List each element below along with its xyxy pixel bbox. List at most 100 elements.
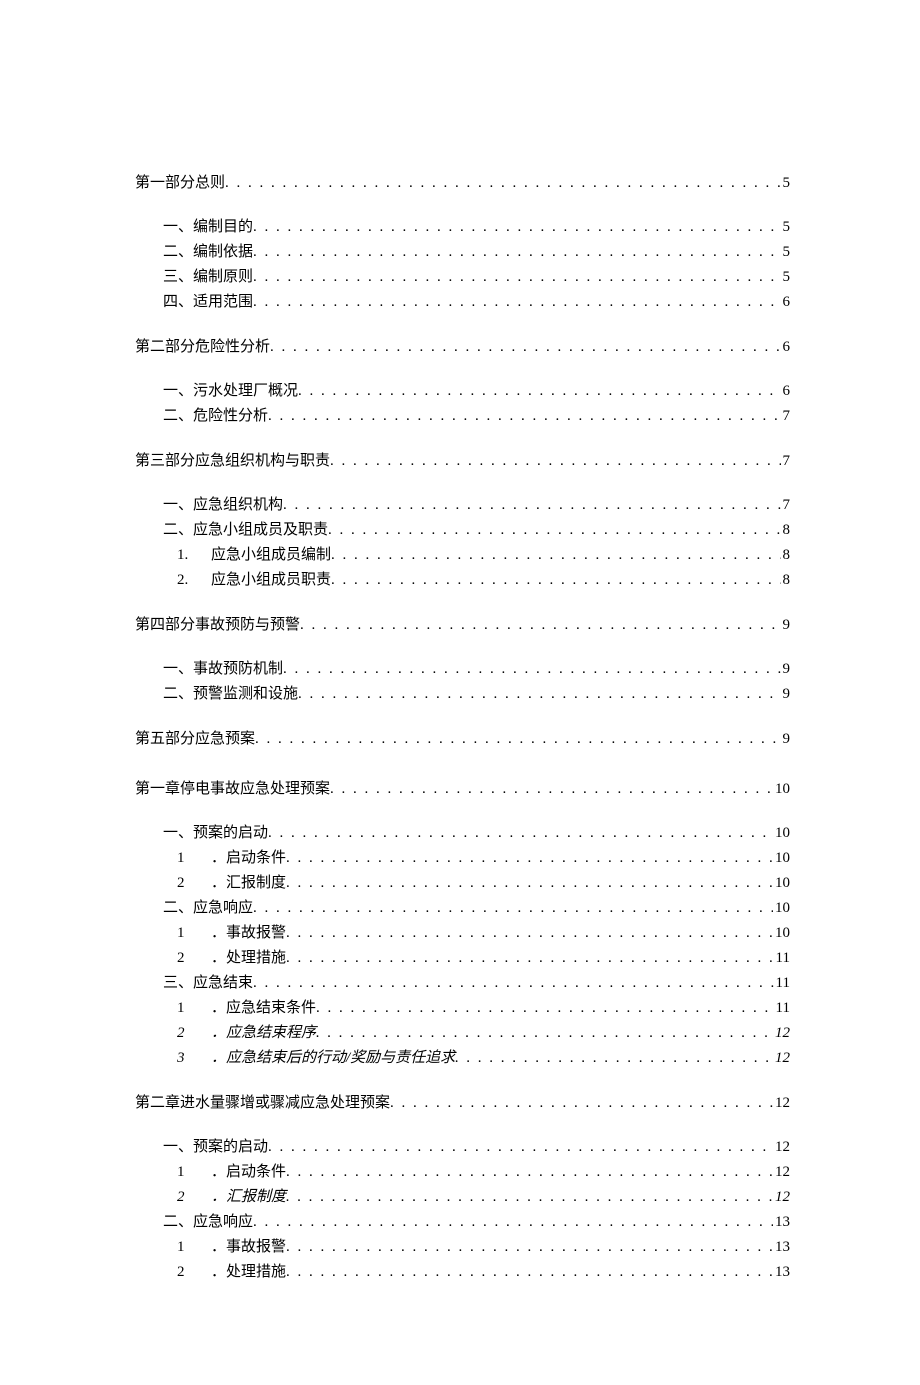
toc-entry-label: 四、适用范围 <box>163 290 253 314</box>
toc-entry-number: 2 <box>177 871 211 895</box>
toc-leader-dots <box>330 777 773 801</box>
toc-entry: 第二部分危险性分析 6 <box>135 335 790 359</box>
toc-leader-dots <box>328 518 780 542</box>
toc-entry: 二、应急小组成员及职责 8 <box>163 518 790 542</box>
toc-entry-label: 三、应急结束 <box>163 971 253 995</box>
toc-entry-page: 6 <box>781 335 791 359</box>
toc-entry: 第三部分应急组织机构与职责7 <box>135 449 790 473</box>
toc-entry-label: 第四部分事故预防与预警 <box>135 613 300 637</box>
toc-entry: 四、适用范围6 <box>163 290 790 314</box>
toc-entry-page: 7 <box>781 404 791 428</box>
toc-leader-dots <box>286 921 773 945</box>
toc-entry-page: 12 <box>773 1091 790 1115</box>
toc-entry-label: 2．处理措施 <box>177 946 286 970</box>
toc-leader-dots <box>455 1046 773 1070</box>
toc-entry-number: 1 <box>177 921 211 945</box>
toc-page: 第一部分总则5一、编制目的5二、编制依据5三、编制原则5四、适用范围6第二部分危… <box>0 0 920 1385</box>
toc-entry-number: 1. <box>177 543 211 567</box>
toc-leader-dots <box>286 1260 773 1284</box>
toc-leader-dots <box>255 727 780 751</box>
toc-entry: 第二章进水量骤增或骤减应急处理预案 12 <box>135 1091 790 1115</box>
toc-entry-title: ．事故报警 <box>211 925 286 941</box>
toc-entry-page: 9 <box>781 613 791 637</box>
toc-entry: 2．处理措施 11 <box>177 946 790 970</box>
toc-entry-title: ．应急结束后的行动/奖励与责任追求 <box>211 1050 455 1066</box>
toc-entry-page: 7 <box>781 449 791 473</box>
toc-entry: 二、预警监测和设施9 <box>163 682 790 706</box>
toc-entry-page: 11 <box>774 946 790 970</box>
toc-entry: 一、污水处理厂概况 6 <box>163 379 790 403</box>
toc-entry-label: 二、危险性分析 <box>163 404 268 428</box>
toc-entry-label: 一、污水处理厂概况 <box>163 379 298 403</box>
toc-spacer <box>135 707 790 721</box>
toc-entry-title: ．处理措施 <box>211 950 286 966</box>
toc-entry-number: 1 <box>177 1160 211 1184</box>
toc-entry-label: 三、编制原则 <box>163 265 253 289</box>
toc-entry-page: 11 <box>774 971 790 995</box>
toc-leader-dots <box>253 240 780 264</box>
toc-entry: 2．汇报制度10 <box>177 871 790 895</box>
toc-entry-page: 12 <box>773 1021 790 1045</box>
toc-entry-page: 12 <box>773 1046 790 1070</box>
toc-entry-number: 2. <box>177 568 211 592</box>
toc-entry-label: 2．汇报制度 <box>177 871 286 895</box>
toc-entry-title: ．应急结束条件 <box>211 1000 316 1016</box>
toc-entry-page: 10 <box>773 921 790 945</box>
toc-leader-dots <box>270 335 780 359</box>
toc-entry-number: 2 <box>177 946 211 970</box>
toc-entry-label: 1．应急结束条件 <box>177 996 316 1020</box>
toc-entry-page: 6 <box>781 379 791 403</box>
toc-entry: 1．事故报警13 <box>177 1235 790 1259</box>
toc-leader-dots <box>253 215 780 239</box>
toc-entry-page: 11 <box>774 996 790 1020</box>
toc-entry-page: 8 <box>781 518 791 542</box>
toc-leader-dots <box>300 613 780 637</box>
toc-leader-dots <box>268 821 773 845</box>
toc-entry-page: 5 <box>781 240 791 264</box>
toc-entry-number: 3 <box>177 1046 211 1070</box>
toc-entry: 1.应急小组成员编制8 <box>177 543 790 567</box>
toc-entry-page: 13 <box>773 1260 790 1284</box>
toc-leader-dots <box>253 896 773 920</box>
toc-leader-dots <box>268 1135 773 1159</box>
toc-entry-page: 9 <box>781 682 791 706</box>
toc-entry-page: 10 <box>773 821 790 845</box>
toc-entry: 二、应急响应10 <box>163 896 790 920</box>
toc-entry-label: 二、应急小组成员及职责 <box>163 518 328 542</box>
toc-entry-title: ．汇报制度 <box>211 1189 286 1205</box>
toc-entry: 二、编制依据5 <box>163 240 790 264</box>
toc-entry-number: 2 <box>177 1185 211 1209</box>
toc-entry-label: 2．汇报制度 <box>177 1185 286 1209</box>
toc-spacer <box>135 315 790 329</box>
toc-entry-number: 2 <box>177 1260 211 1284</box>
toc-entry-label: 第二章进水量骤增或骤减应急处理预案 <box>135 1091 390 1115</box>
toc-leader-dots <box>331 568 780 592</box>
toc-entry-page: 9 <box>781 657 791 681</box>
toc-entry-title: 应急小组成员编制 <box>211 547 331 563</box>
toc-entry-label: 二、应急响应 <box>163 1210 253 1234</box>
toc-entry-number: 2 <box>177 1021 211 1045</box>
toc-leader-dots <box>253 971 774 995</box>
toc-entry-page: 10 <box>773 777 790 801</box>
toc-leader-dots <box>253 1210 773 1234</box>
toc-leader-dots <box>330 449 780 473</box>
table-of-contents: 第一部分总则5一、编制目的5二、编制依据5三、编制原则5四、适用范围6第二部分危… <box>135 171 790 1284</box>
toc-entry: 第一章停电事故应急处理预案10 <box>135 777 790 801</box>
toc-entry: 1．事故报警 10 <box>177 921 790 945</box>
toc-entry-label: 2．应急结束程序 <box>177 1021 316 1045</box>
toc-entry-page: 12 <box>773 1185 790 1209</box>
toc-entry-label: 2．处理措施 <box>177 1260 286 1284</box>
toc-leader-dots <box>286 1235 773 1259</box>
toc-entry-page: 13 <box>773 1235 790 1259</box>
toc-leader-dots <box>316 996 774 1020</box>
toc-leader-dots <box>390 1091 773 1115</box>
toc-entry-label: 1．启动条件 <box>177 1160 286 1184</box>
toc-entry: 二、危险性分析 7 <box>163 404 790 428</box>
toc-spacer <box>135 593 790 607</box>
toc-spacer <box>135 757 790 771</box>
toc-entry-page: 10 <box>773 896 790 920</box>
toc-leader-dots <box>298 682 780 706</box>
toc-spacer <box>135 429 790 443</box>
toc-entry-label: 第二部分危险性分析 <box>135 335 270 359</box>
toc-entry-page: 5 <box>781 265 791 289</box>
